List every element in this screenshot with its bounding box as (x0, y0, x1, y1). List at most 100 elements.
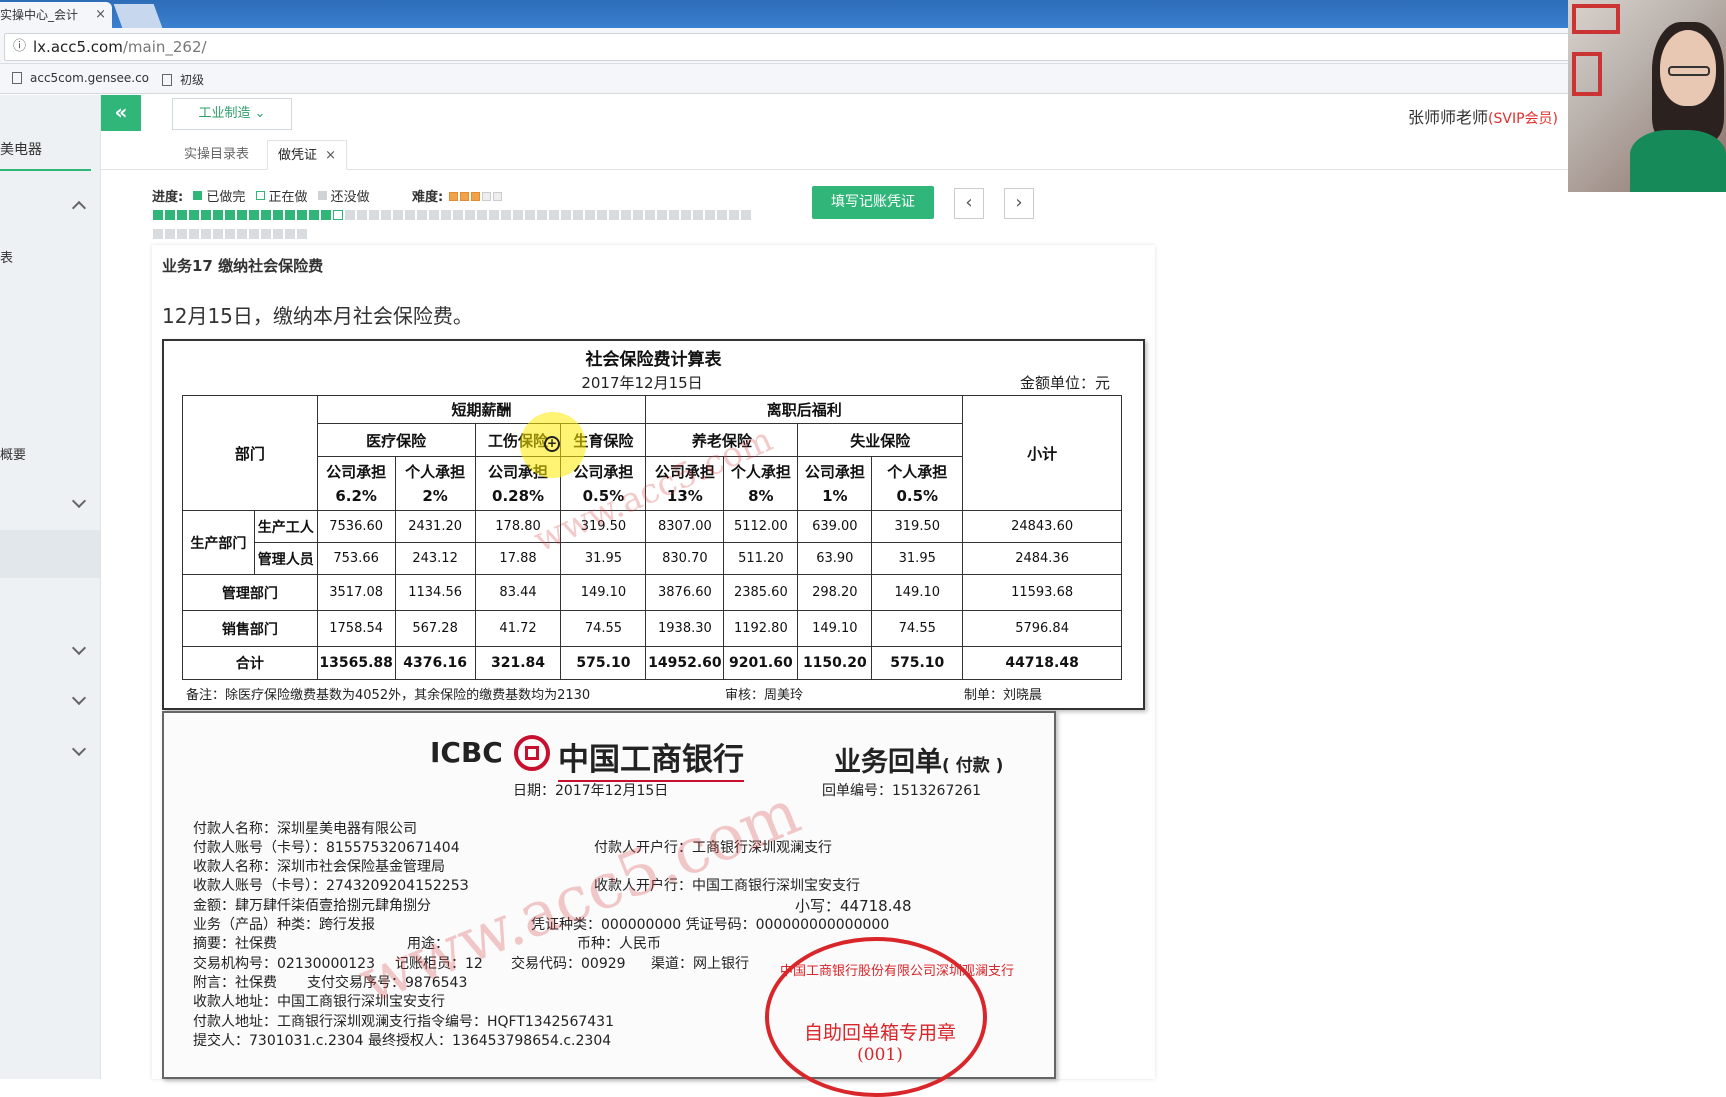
progress-cell[interactable] (369, 210, 379, 220)
progress-cell[interactable] (681, 210, 691, 220)
progress-cell[interactable] (189, 210, 199, 220)
progress-cell[interactable] (657, 210, 667, 220)
progress-cell[interactable] (345, 210, 355, 220)
progress-cell[interactable] (501, 210, 511, 220)
progress-cell[interactable] (177, 210, 187, 220)
progress-cell[interactable] (609, 210, 619, 220)
progress-cell[interactable] (153, 210, 163, 220)
progress-cell[interactable] (273, 210, 283, 220)
bookmark-chuji[interactable]: 初级 (162, 71, 204, 88)
progress-cell[interactable] (201, 210, 211, 220)
progress-cell[interactable] (285, 229, 295, 239)
progress-cell[interactable] (717, 210, 727, 220)
sheet-title: 社会保险费计算表 (585, 350, 722, 370)
progress-cell[interactable] (261, 229, 271, 239)
close-icon[interactable]: × (325, 148, 336, 163)
progress-cell[interactable] (297, 229, 307, 239)
chevron-down-icon[interactable] (71, 690, 87, 706)
next-button[interactable]: › (1004, 188, 1034, 219)
progress-cell[interactable] (213, 229, 223, 239)
progress-cell[interactable] (633, 210, 643, 220)
progress-cell[interactable] (405, 210, 415, 220)
progress-cell[interactable] (417, 210, 427, 220)
progress-cell[interactable] (585, 210, 595, 220)
progress-cell[interactable] (429, 210, 439, 220)
progress-cell[interactable] (225, 229, 235, 239)
progress-cell[interactable] (273, 229, 283, 239)
progress-cell[interactable] (249, 210, 259, 220)
zoom-in-icon[interactable]: + (544, 436, 560, 452)
info-icon[interactable]: ⓘ (13, 34, 26, 60)
progress-cell[interactable] (549, 210, 559, 220)
progress-cell[interactable] (513, 210, 523, 220)
sidebar-item-table[interactable]: 表 (0, 247, 13, 266)
progress-cell[interactable] (453, 210, 463, 220)
chevron-down-icon[interactable] (71, 493, 87, 509)
progress-cell[interactable] (333, 210, 343, 220)
tab-practice-catalog[interactable]: 实操目录表 (174, 140, 259, 170)
progress-cell[interactable] (597, 210, 607, 220)
progress-cell[interactable] (165, 229, 175, 239)
progress-cell[interactable] (165, 210, 175, 220)
progress-cell[interactable] (381, 210, 391, 220)
progress-cell[interactable] (741, 210, 751, 220)
progress-cell[interactable] (249, 229, 259, 239)
progress-cell[interactable] (561, 210, 571, 220)
progress-cell[interactable] (621, 210, 631, 220)
sidebar-item-overview[interactable]: 概要 (0, 444, 26, 463)
progress-cell[interactable] (297, 210, 307, 220)
progress-cell[interactable] (153, 229, 163, 239)
chevron-up-icon[interactable] (71, 200, 87, 216)
table-cell: 1938.30 (645, 610, 725, 647)
browser-tab[interactable]: 实操中心_会计 × (0, 2, 112, 28)
progress-cell[interactable] (645, 210, 655, 220)
progress-cell[interactable] (669, 210, 679, 220)
row-label: 生产工人 (253, 510, 318, 543)
progress-cell[interactable] (357, 210, 367, 220)
bookmark-gensee[interactable]: acc5com.gensee.co (12, 71, 149, 85)
stamp-title: 自助回单箱专用章 (803, 1022, 956, 1044)
progress-cell[interactable] (237, 210, 247, 220)
sheet-note: 备注：除医疗保险缴费基数为4052外，其余保险的缴费基数均为2130 (186, 688, 591, 703)
chevron-down-icon[interactable] (71, 741, 87, 757)
progress-cell[interactable] (441, 210, 451, 220)
progress-cell[interactable] (285, 210, 295, 220)
total-cell: 14952.60 (645, 646, 725, 680)
progress-cell[interactable] (729, 210, 739, 220)
progress-cell[interactable] (225, 210, 235, 220)
industry-dropdown[interactable]: 工业制造 ⌄ (172, 98, 292, 130)
progress-cell[interactable] (693, 210, 703, 220)
progress-cell[interactable] (189, 229, 199, 239)
table-cell: 11593.68 (962, 574, 1122, 611)
progress-cell[interactable] (213, 210, 223, 220)
progress-cell[interactable] (201, 229, 211, 239)
receipt-line: 交易机构号：02130000123 (193, 956, 375, 972)
progress-cell[interactable] (177, 229, 187, 239)
progress-cell[interactable] (705, 210, 715, 220)
collapse-sidebar-button[interactable]: « (101, 95, 141, 131)
progress-cell[interactable] (465, 210, 475, 220)
progress-cell[interactable] (309, 210, 319, 220)
progress-cell[interactable] (525, 210, 535, 220)
progress-cell[interactable] (261, 210, 271, 220)
table-cell: 3876.60 (645, 574, 725, 611)
progress-cell[interactable] (321, 210, 331, 220)
progress-cell[interactable] (237, 229, 247, 239)
progress-cell[interactable] (477, 210, 487, 220)
medical-insurance-header: 医疗保险 (316, 423, 476, 457)
progress-cell[interactable] (573, 210, 583, 220)
address-bar[interactable]: ⓘ lx.acc5.com/main_262/ (4, 33, 1570, 61)
table-row: 管理部门 3517.08 1134.56 83.44 149.10 3876.6… (182, 574, 1122, 611)
browser-tab-close-icon[interactable]: × (95, 2, 106, 28)
new-tab-button[interactable] (113, 4, 163, 28)
chevron-down-icon[interactable] (71, 640, 87, 656)
progress-cell[interactable] (393, 210, 403, 220)
progress-cell[interactable] (537, 210, 547, 220)
progress-cell[interactable] (489, 210, 499, 220)
fill-voucher-button[interactable]: 填写记账凭证 (812, 186, 934, 219)
bank-name: 中国工商银行 (558, 734, 744, 782)
prev-button[interactable]: ‹ (954, 188, 984, 219)
table-cell: 1758.54 (316, 610, 396, 647)
sidebar-item-selected[interactable] (0, 530, 100, 578)
tab-make-voucher[interactable]: 做凭证 × (267, 140, 348, 170)
